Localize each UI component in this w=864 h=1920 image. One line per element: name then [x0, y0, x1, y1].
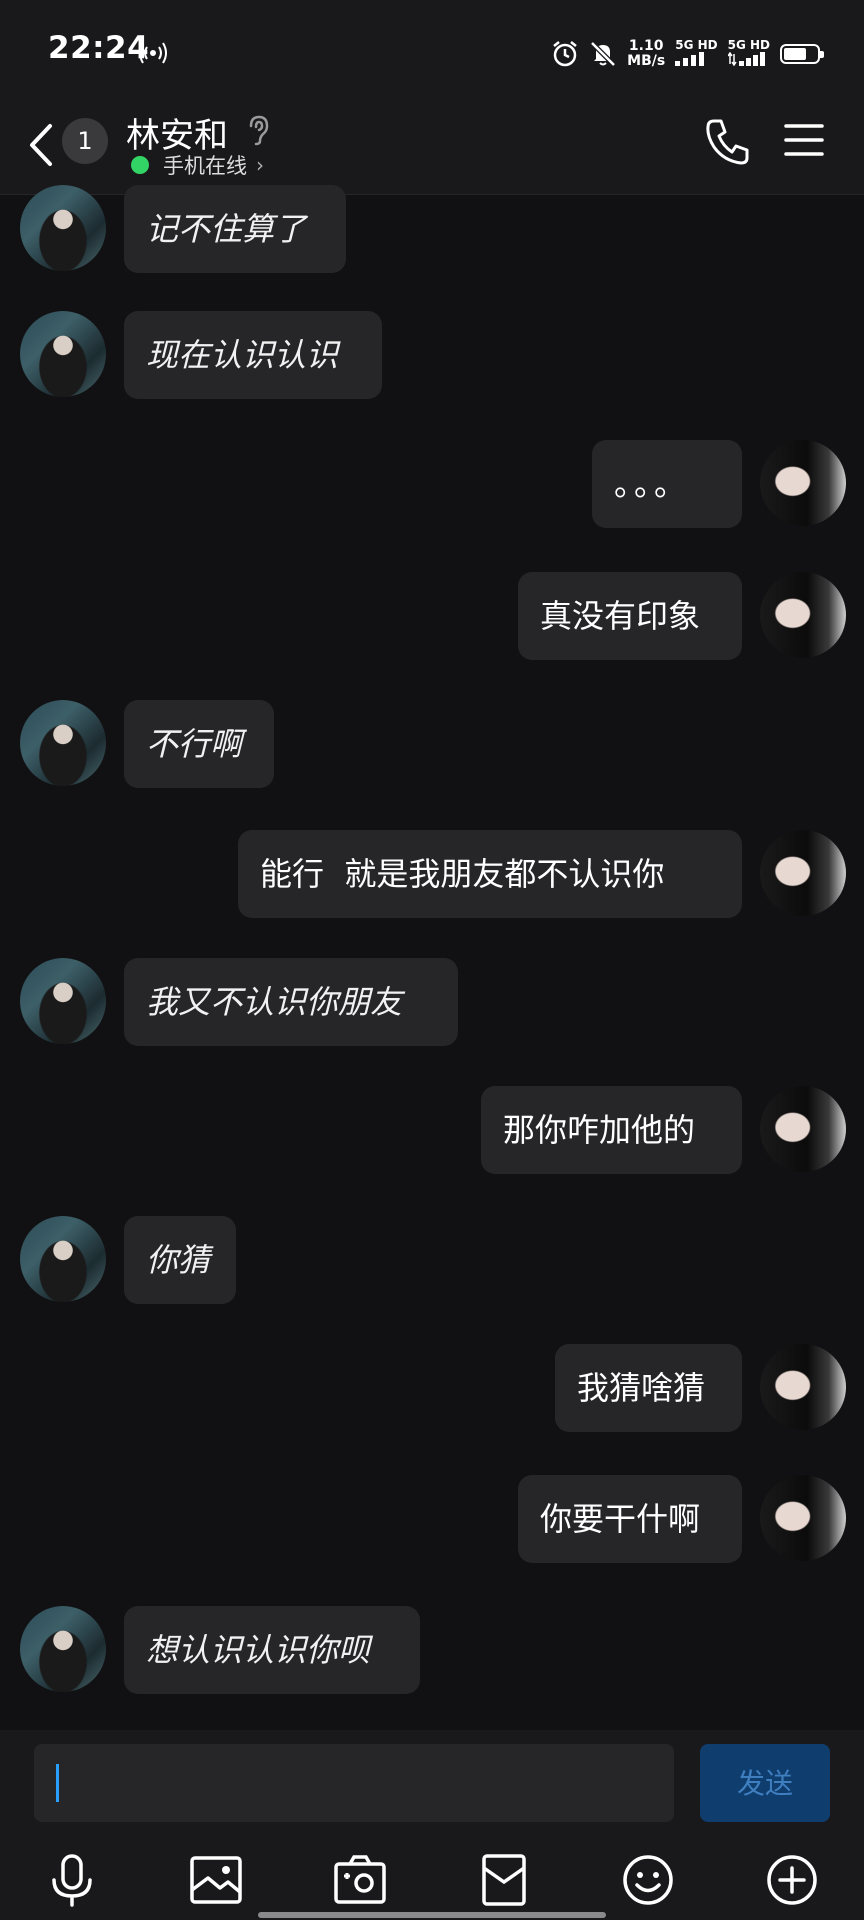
message-bubble[interactable]: 记不住算了 — [124, 185, 346, 273]
back-icon[interactable] — [26, 120, 56, 170]
network-speed: 1.10 MB/s — [627, 39, 665, 69]
signal-icon — [726, 51, 765, 67]
network-label-1: 5G HD — [675, 38, 718, 52]
text-caret — [56, 1764, 59, 1802]
chat-header: 1 林安和 手机在线 › — [0, 100, 864, 195]
alarm-icon — [553, 41, 577, 67]
avatar[interactable] — [760, 1344, 846, 1430]
camera-icon[interactable] — [332, 1852, 388, 1908]
battery-tip — [820, 51, 824, 58]
message-bubble[interactable]: 真没有印象 — [518, 572, 742, 660]
message-bubble[interactable]: 你猜 — [124, 1216, 236, 1304]
emoji-icon[interactable] — [620, 1852, 676, 1908]
avatar[interactable] — [20, 1216, 106, 1302]
message-bubble[interactable]: 不行啊 — [124, 700, 274, 788]
avatar[interactable] — [20, 185, 106, 271]
avatar[interactable] — [760, 1475, 846, 1561]
message-bubble[interactable]: 现在认识认识 — [124, 311, 382, 399]
avatar[interactable] — [760, 572, 846, 658]
message-bubble[interactable]: 。。。 — [592, 440, 742, 528]
message-bubble[interactable]: 你要干什啊 — [518, 1475, 742, 1563]
message-bubble[interactable]: 想认识认识你呗 — [124, 1606, 420, 1694]
chat-screen: 22:24 1.10 MB/s 5G HD 5G HD 1 林安和 手机在线 ›… — [0, 0, 864, 1920]
chevron-right-icon[interactable]: › — [256, 153, 264, 177]
message-bubble[interactable]: 我猜啥猜 — [555, 1344, 742, 1432]
network-label-2: 5G HD — [727, 38, 770, 52]
microphone-icon[interactable] — [44, 1852, 100, 1908]
unread-count-badge[interactable]: 1 — [62, 118, 108, 164]
status-bar: 22:24 1.10 MB/s 5G HD 5G HD — [0, 0, 864, 100]
avatar[interactable] — [20, 1606, 106, 1692]
avatar[interactable] — [760, 830, 846, 916]
online-status-text[interactable]: 手机在线 — [163, 150, 247, 180]
message-input[interactable] — [34, 1744, 674, 1822]
avatar[interactable] — [20, 700, 106, 786]
status-right: 1.10 MB/s 5G HD 5G HD — [551, 36, 824, 72]
red-packet-icon[interactable] — [476, 1852, 532, 1908]
network-indicator-2: 5G HD — [726, 38, 770, 69]
phone-icon[interactable] — [704, 117, 750, 167]
ear-icon[interactable] — [246, 114, 270, 146]
mute-icon — [590, 41, 616, 67]
speed-value: 1.10 — [628, 38, 664, 54]
battery-level — [784, 48, 806, 60]
plus-icon[interactable] — [764, 1852, 820, 1908]
home-indicator[interactable] — [258, 1912, 606, 1918]
hotspot-icon — [139, 42, 167, 64]
image-icon[interactable] — [188, 1852, 244, 1908]
signal-icon — [675, 52, 705, 66]
status-time: 22:24 — [48, 30, 150, 66]
online-status-dot — [131, 156, 149, 174]
avatar[interactable] — [20, 311, 106, 397]
network-indicator-1: 5G HD — [675, 38, 718, 69]
input-toolbar — [0, 1852, 864, 1912]
message-bubble[interactable]: 那你咋加他的 — [481, 1086, 742, 1174]
menu-icon[interactable] — [784, 120, 824, 160]
avatar[interactable] — [20, 958, 106, 1044]
avatar[interactable] — [760, 440, 846, 526]
send-button[interactable]: 发送 — [700, 1744, 830, 1822]
message-composer: 发送 — [0, 1730, 864, 1920]
battery-icon — [780, 44, 824, 64]
message-bubble[interactable]: 我又不认识你朋友 — [124, 958, 458, 1046]
speed-unit: MB/s — [627, 53, 666, 69]
avatar[interactable] — [760, 1086, 846, 1172]
message-bubble[interactable]: 能行 就是我朋友都不认识你 — [238, 830, 742, 918]
